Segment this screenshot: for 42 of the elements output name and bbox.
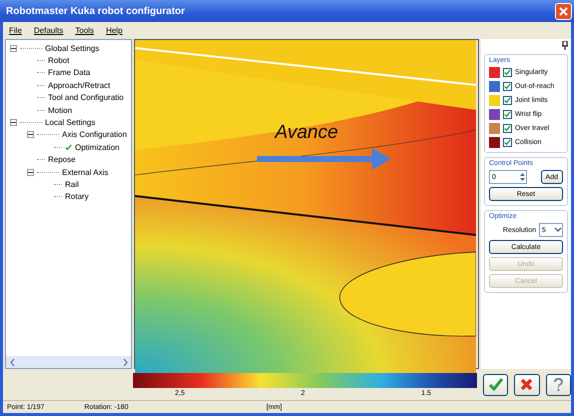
cancel-button[interactable] (514, 374, 540, 396)
arrow-icon (257, 146, 392, 172)
help-button[interactable] (546, 374, 571, 396)
menu-item[interactable]: Tools (75, 26, 94, 34)
expand-toggle[interactable] (27, 131, 34, 138)
checkbox[interactable] (503, 124, 512, 133)
tree-item[interactable]: Robot (48, 56, 70, 66)
menu-item[interactable]: Defaults (34, 26, 64, 34)
tree-item[interactable]: Axis Configuration (62, 130, 127, 140)
ok-button[interactable] (483, 374, 508, 396)
chevron-down-icon[interactable] (554, 227, 562, 233)
checkbox[interactable] (503, 96, 512, 105)
tree-item[interactable]: Rotary (65, 192, 89, 202)
expand-toggle[interactable] (10, 44, 17, 52)
tree-item[interactable]: Global Settings (45, 44, 100, 53)
tree-item[interactable]: Frame Data (48, 68, 90, 78)
tree-item[interactable]: Rail (65, 180, 79, 189)
close-icon (559, 6, 568, 16)
tree-item[interactable]: External Axis (62, 168, 108, 177)
tree-item[interactable]: Motion (48, 106, 72, 115)
tree-item[interactable]: Repose (48, 155, 76, 164)
checkbox[interactable] (503, 110, 512, 119)
close-icon (520, 378, 534, 391)
expand-toggle[interactable] (27, 168, 34, 176)
horizontal-scrollbar[interactable] (6, 356, 131, 368)
tree-item[interactable]: Tool and Configuratio (48, 93, 124, 102)
pin-icon[interactable] (562, 41, 568, 50)
expand-toggle[interactable] (10, 119, 17, 126)
checkbox[interactable] (503, 138, 512, 147)
checkbox[interactable] (503, 82, 512, 91)
window-title: Robotmaster Kuka robot configurator (6, 6, 185, 16)
close-button[interactable] (555, 2, 572, 20)
check-icon (488, 378, 503, 391)
tree-item[interactable]: Approach/Retract (48, 80, 110, 90)
tree-item[interactable]: Local Settings (45, 118, 96, 128)
help-icon (552, 378, 564, 391)
spinner-arrows-icon[interactable] (519, 171, 526, 183)
checkbox[interactable] (503, 68, 512, 77)
tree-item[interactable]: Optimization (75, 142, 120, 152)
menu-item[interactable]: File (9, 26, 22, 34)
annotation-label: Avance (275, 122, 338, 144)
menu-item[interactable]: Help (106, 26, 122, 34)
